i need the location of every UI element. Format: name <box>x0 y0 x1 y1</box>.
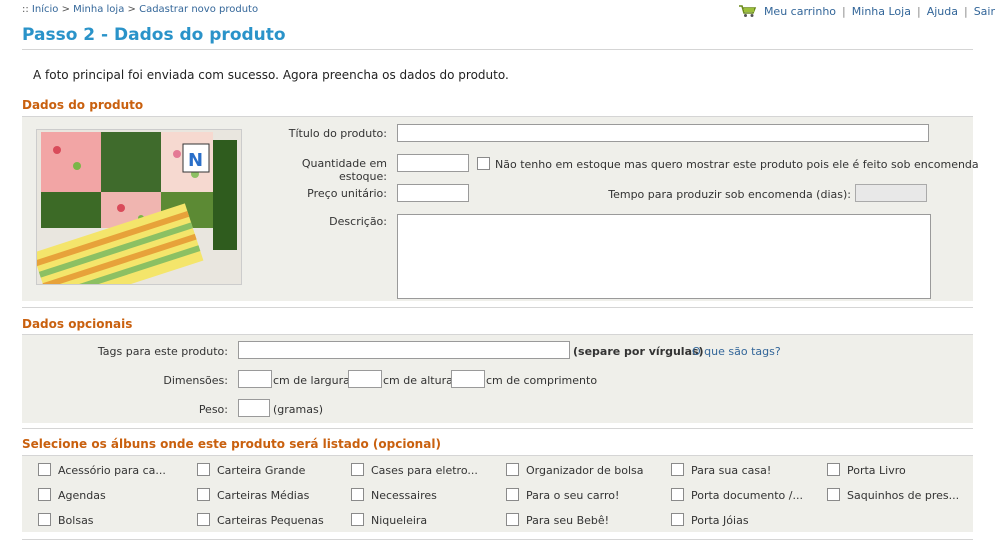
breadcrumb-prefix: :: <box>22 4 32 15</box>
album-label: Carteiras Pequenas <box>217 514 324 527</box>
description-label: Descrição: <box>329 215 387 228</box>
quantity-input[interactable] <box>397 154 469 172</box>
help-link[interactable]: Ajuda <box>927 5 958 18</box>
album-checkbox[interactable] <box>506 463 519 476</box>
album-checkbox[interactable] <box>351 463 364 476</box>
breadcrumb-home-link[interactable]: Início <box>32 4 58 15</box>
weight-input[interactable] <box>238 399 270 417</box>
weight-unit: (gramas) <box>273 403 324 416</box>
album-label: Necessaires <box>371 489 437 502</box>
album-label: Porta documento /... <box>691 489 803 502</box>
title-label: Título do produto: <box>288 127 387 140</box>
albums-section-title: Selecione os álbuns onde este produto se… <box>22 437 441 451</box>
height-unit: cm de altura <box>383 374 453 387</box>
album-label: Para o seu carro! <box>526 489 620 502</box>
quantity-label: Quantidade em estoque: <box>301 157 387 183</box>
album-label: Carteira Grande <box>217 464 306 477</box>
album-checkbox[interactable] <box>197 513 210 526</box>
cart-link[interactable]: Meu carrinho <box>764 5 836 18</box>
album-label: Niqueleira <box>371 514 428 527</box>
production-time-label: Tempo para produzir sob encomenda (dias)… <box>608 188 851 201</box>
album-checkbox[interactable] <box>506 513 519 526</box>
optional-panel: Tags para este produto: (separe por vírg… <box>22 335 973 423</box>
width-unit: cm de largura <box>273 374 350 387</box>
price-label: Preço unitário: <box>307 187 387 200</box>
album-checkbox[interactable] <box>506 488 519 501</box>
album-checkbox[interactable] <box>197 488 210 501</box>
shopping-cart-icon[interactable] <box>738 4 758 18</box>
album-label: Porta Livro <box>847 464 906 477</box>
height-input[interactable] <box>348 370 382 388</box>
product-section-title: Dados do produto <box>22 98 144 112</box>
what-are-tags-link[interactable]: O que são tags? <box>692 345 781 358</box>
weight-label: Peso: <box>198 403 228 416</box>
breadcrumb: :: Início > Minha loja > Cadastrar novo … <box>22 4 258 15</box>
divider: | <box>916 4 921 18</box>
album-checkbox[interactable] <box>351 488 364 501</box>
album-checkbox[interactable] <box>351 513 364 526</box>
section-divider <box>22 428 973 429</box>
divider: | <box>842 4 846 18</box>
albums-panel: Acessório para ca... Agendas Bolsas Cart… <box>22 456 973 532</box>
tags-input[interactable] <box>238 341 570 359</box>
section-divider <box>22 539 973 540</box>
product-title-input[interactable] <box>397 124 929 142</box>
album-label: Bolsas <box>58 514 94 527</box>
album-label: Para seu Bebê! <box>526 514 610 527</box>
production-time-input[interactable] <box>855 184 927 202</box>
album-label: Porta Jóias <box>691 514 749 527</box>
album-checkbox[interactable] <box>671 463 684 476</box>
album-label: Organizador de bolsa <box>526 464 644 477</box>
optional-section-title: Dados opcionais <box>22 317 133 331</box>
width-input[interactable] <box>238 370 272 388</box>
description-textarea[interactable] <box>397 214 931 299</box>
top-bar: :: Início > Minha loja > Cadastrar novo … <box>22 4 995 20</box>
album-label: Para sua casa! <box>691 464 772 477</box>
no-stock-label: Não tenho em estoque mas quero mostrar e… <box>495 158 979 171</box>
album-label: Acessório para ca... <box>58 464 166 477</box>
my-store-link[interactable]: Minha Loja <box>852 5 911 18</box>
album-label: Carteiras Médias <box>217 489 310 502</box>
album-label: Cases para eletro... <box>371 464 478 477</box>
svg-text:N: N <box>188 150 203 171</box>
album-checkbox[interactable] <box>827 463 840 476</box>
album-checkbox[interactable] <box>38 463 51 476</box>
title-divider <box>22 49 973 50</box>
success-message: A foto principal foi enviada com sucesso… <box>33 68 509 82</box>
product-panel: N Título do produto: Quantidade em estoq… <box>22 117 979 301</box>
top-links: Meu carrinho | Minha Loja | Ajuda | Sair <box>738 4 995 18</box>
length-unit: cm de comprimento <box>486 374 598 387</box>
breadcrumb-separator: > <box>58 4 74 15</box>
album-label: Saquinhos de pres... <box>847 489 960 502</box>
no-stock-checkbox[interactable] <box>477 157 490 170</box>
breadcrumb-my-store-link[interactable]: Minha loja <box>73 4 124 15</box>
product-photo: N <box>36 129 242 285</box>
album-checkbox[interactable] <box>671 488 684 501</box>
logout-link[interactable]: Sair <box>974 5 995 18</box>
tags-label: Tags para este produto: <box>97 345 228 358</box>
tags-hint: (separe por vírgulas) <box>573 345 704 358</box>
length-input[interactable] <box>451 370 485 388</box>
album-checkbox[interactable] <box>197 463 210 476</box>
album-checkbox[interactable] <box>671 513 684 526</box>
breadcrumb-current-link[interactable]: Cadastrar novo produto <box>139 4 258 15</box>
section-divider <box>22 307 973 308</box>
price-input[interactable] <box>397 184 469 202</box>
album-label: Agendas <box>58 489 106 502</box>
breadcrumb-separator: > <box>124 4 140 15</box>
album-checkbox[interactable] <box>38 513 51 526</box>
album-checkbox[interactable] <box>38 488 51 501</box>
divider: | <box>963 4 968 18</box>
album-checkbox[interactable] <box>827 488 840 501</box>
dimensions-label: Dimensões: <box>163 374 228 387</box>
page-title: Passo 2 - Dados do produto <box>22 25 286 45</box>
product-photo-image: N <box>37 130 241 284</box>
